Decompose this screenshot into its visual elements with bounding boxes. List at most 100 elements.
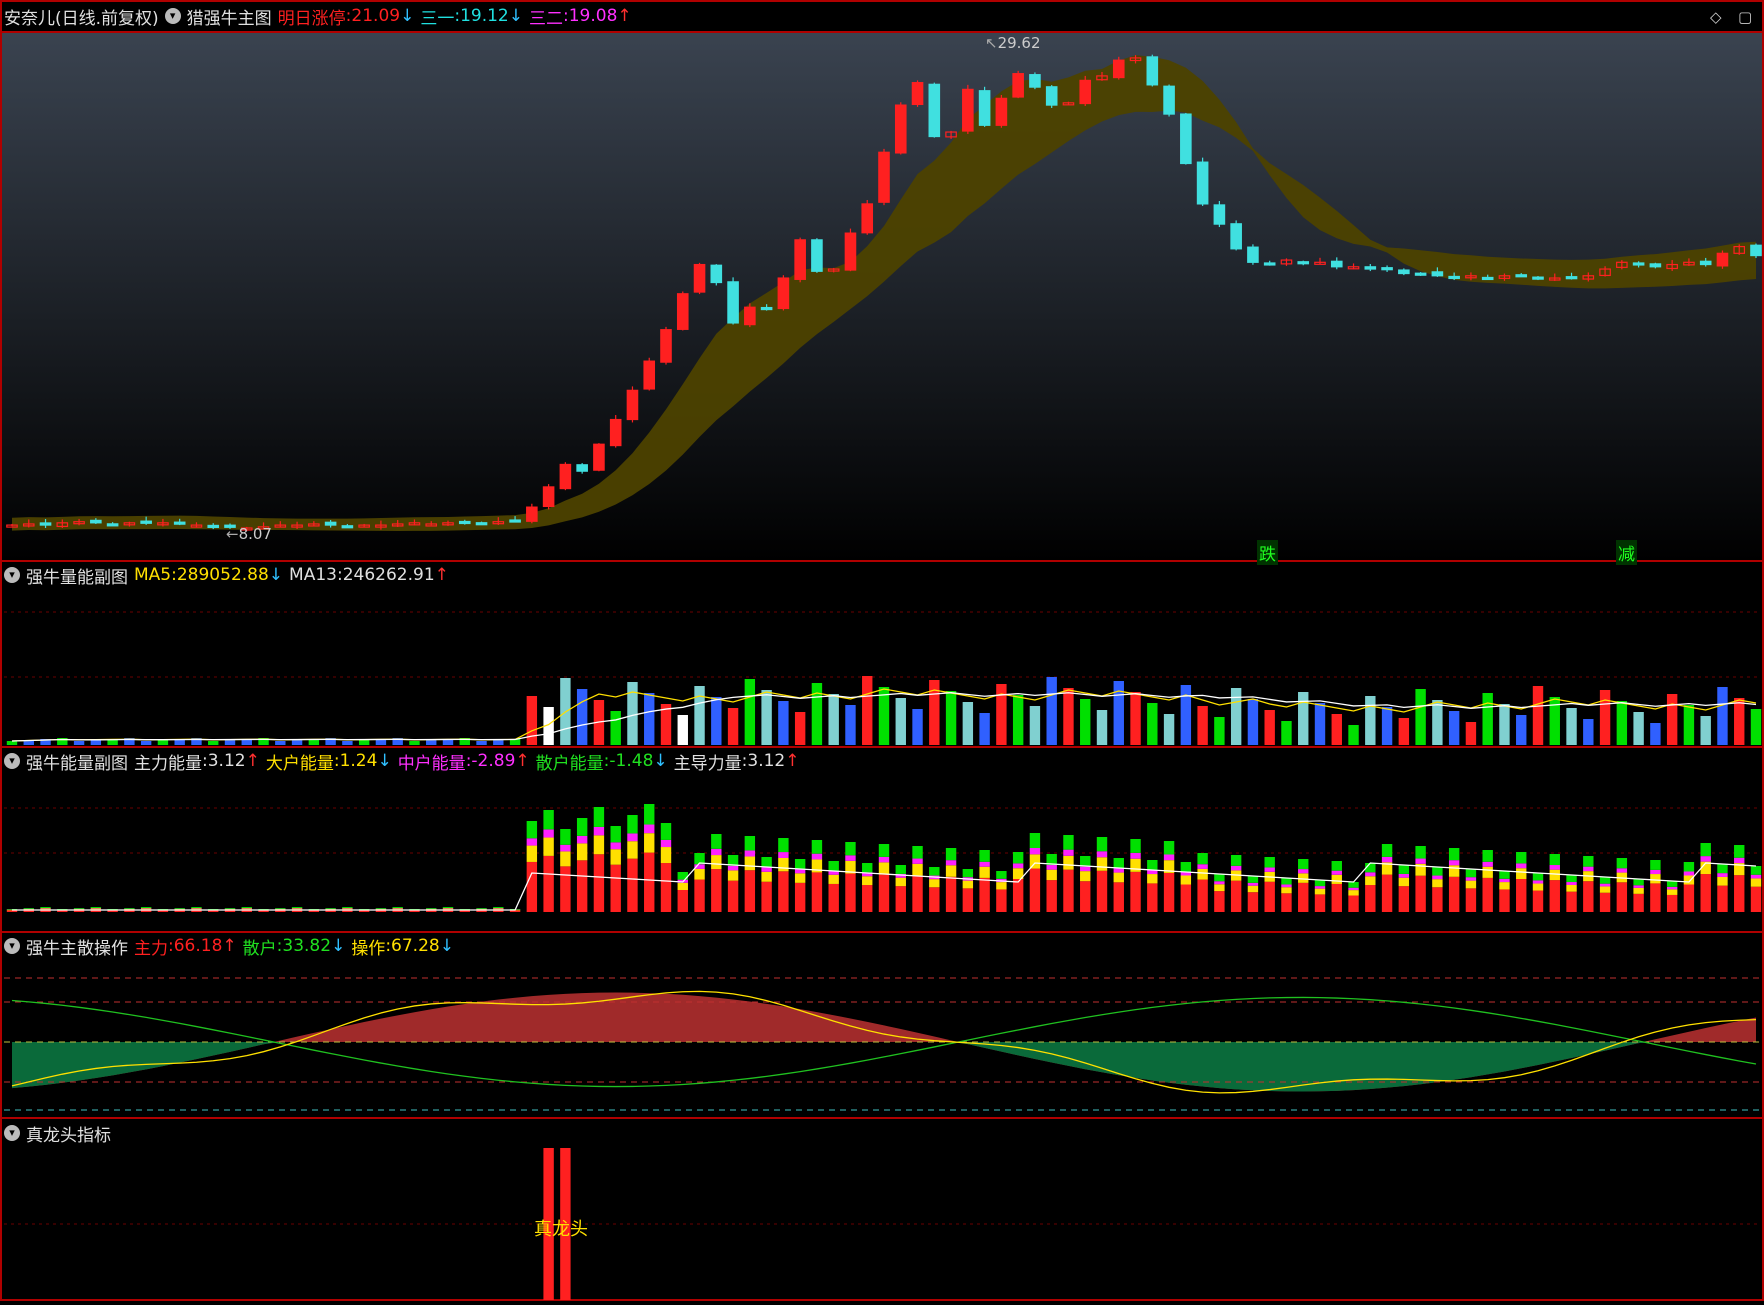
energy-bar-segment	[661, 840, 671, 847]
volume-bar	[1348, 725, 1358, 745]
energy-bar-segment	[577, 843, 587, 860]
energy-bar-segment	[1700, 843, 1710, 856]
chevron-down-icon[interactable]: ▾	[4, 1125, 20, 1141]
energy-bar-segment	[141, 908, 151, 909]
energy-bar-segment	[644, 853, 654, 912]
energy-bar-segment	[1298, 869, 1308, 873]
candle-body	[1080, 80, 1090, 103]
volume-bar	[1566, 708, 1576, 745]
main-indicator-title[interactable]: 猎强牛主图	[187, 4, 272, 29]
energy-bar-segment	[560, 866, 570, 912]
energy-bar-segment	[627, 859, 637, 912]
energy-bar-segment	[795, 873, 805, 883]
energy-bar-segment	[325, 908, 335, 909]
energy-bar-segment	[1080, 856, 1090, 867]
energy-bar-segment	[1717, 886, 1727, 912]
energy-bar-segment	[1734, 858, 1744, 863]
chevron-down-icon[interactable]: ▾	[4, 753, 20, 769]
chevron-down-icon[interactable]: ▾	[4, 938, 20, 954]
energy-bar-segment	[1516, 852, 1526, 863]
main-panel-background	[2, 32, 1762, 562]
ops-panel-header: ▾ 强牛主散操作 主力: 66.18↑ 散户: 33.82↓ 操作: 67.28…	[4, 935, 460, 957]
candle-body	[979, 91, 989, 126]
main-force-value: 66.18	[174, 936, 223, 956]
ops-panel-title[interactable]: 强牛主散操作	[26, 934, 128, 959]
energy-bar-segment	[828, 861, 838, 871]
volume-bar	[1214, 717, 1224, 745]
lead-force-label: 主导力量	[674, 749, 742, 774]
energy-bar-segment	[1617, 858, 1627, 868]
volume-panel-title[interactable]: 强牛量能副图	[26, 563, 128, 588]
energy-bar-segment	[610, 849, 620, 864]
energy-bar-segment	[242, 908, 252, 909]
volume-bar	[896, 698, 906, 745]
candle-body	[812, 240, 822, 271]
volume-bar	[979, 713, 989, 745]
energy-bar-segment	[1583, 881, 1593, 912]
energy-bar-segment	[191, 907, 201, 908]
energy-bar-segment	[761, 857, 771, 867]
energy-bar-segment	[745, 836, 755, 850]
energy-bar-segment	[1533, 873, 1543, 880]
ma5-label: MA5	[134, 565, 171, 585]
energy-bar-segment	[577, 836, 587, 844]
volume-bar	[711, 697, 721, 745]
chevron-down-icon[interactable]: ▾	[4, 567, 20, 583]
energy-bar-segment	[1516, 868, 1526, 879]
energy-bar-segment	[1617, 882, 1627, 912]
energy-bar-segment	[963, 881, 973, 889]
volume-panel-header: ▾ 强牛量能副图 MA5: 289052.88↓ MA13: 246262.91…	[4, 564, 455, 586]
retail-label: 散户	[243, 934, 277, 959]
volume-bar	[7, 741, 17, 745]
energy-bar-segment	[1734, 845, 1744, 858]
arrow-down-icon: ↓	[377, 751, 391, 771]
energy-bar-segment	[1533, 891, 1543, 912]
volume-bar	[1197, 706, 1207, 745]
energy-panel-title[interactable]: 强牛能量副图	[26, 749, 128, 774]
ind3-value: 19.08	[569, 6, 618, 26]
energy-bar-segment	[1197, 853, 1207, 864]
stock-name[interactable]: 安奈儿	[4, 4, 55, 29]
volume-bar	[1046, 677, 1056, 745]
candle-body	[1164, 86, 1174, 114]
energy-bar-segment	[728, 870, 738, 880]
energy-bar-segment	[694, 880, 704, 912]
energy-bar-segment	[24, 908, 34, 909]
energy-bar-segment	[1365, 885, 1375, 912]
volume-bar	[745, 679, 755, 745]
energy-bar-segment	[1550, 865, 1560, 870]
energy-bar-segment	[610, 865, 620, 912]
energy-bar-segment	[627, 841, 637, 858]
window-icon[interactable]: ▢	[1738, 8, 1752, 26]
energy-bar-segment	[1114, 882, 1124, 912]
energy-bar-segment	[1382, 875, 1392, 912]
energy-bar-segment	[1583, 867, 1593, 871]
energy-bar-segment	[1684, 862, 1694, 872]
energy-bar-segment	[1164, 854, 1174, 860]
energy-bar-segment	[426, 908, 436, 909]
period-mode[interactable]: (日线.前复权)	[55, 4, 159, 29]
large-energy-label: 大户能量	[266, 749, 334, 774]
dragon-panel-title[interactable]: 真龙头指标	[26, 1121, 111, 1146]
arrow-up-icon: ↑	[435, 565, 449, 585]
diamond-icon[interactable]: ◇	[1710, 8, 1722, 26]
volume-bar	[963, 702, 973, 745]
energy-bar-segment	[1097, 871, 1107, 912]
candle-body	[610, 420, 620, 446]
energy-bar-segment	[1281, 884, 1291, 887]
energy-bar-segment	[1466, 881, 1476, 889]
energy-bar-segment	[1566, 875, 1576, 882]
arrow-up-icon: ↑	[617, 6, 631, 26]
candle-body	[1046, 87, 1056, 105]
candle-body	[1449, 276, 1459, 278]
energy-bar-segment	[1700, 874, 1710, 912]
volume-bar	[141, 741, 151, 745]
energy-bar-segment	[1097, 851, 1107, 857]
chevron-down-icon[interactable]: ▾	[165, 8, 181, 24]
energy-bar-segment	[594, 835, 604, 854]
volume-bar	[1248, 699, 1258, 745]
volume-bar	[1231, 688, 1241, 745]
energy-bar-segment	[745, 850, 755, 856]
energy-bar-segment	[1432, 876, 1442, 880]
volume-bar	[1499, 704, 1509, 745]
